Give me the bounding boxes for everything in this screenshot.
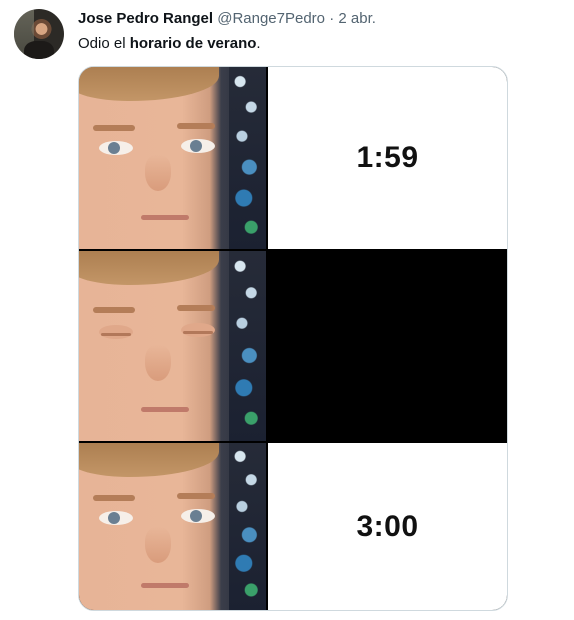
face-photo-eyes-open	[79, 443, 266, 610]
brow	[93, 125, 135, 131]
avatar-shirt	[24, 41, 54, 59]
brow	[177, 123, 215, 129]
eye	[181, 509, 215, 523]
eye	[99, 141, 133, 155]
mouth	[141, 407, 189, 412]
mouth	[141, 583, 189, 588]
brow	[177, 493, 215, 499]
tweet-header: Jose Pedro Rangel @Range7Pedro · 2 abr.	[78, 9, 376, 29]
nose	[145, 527, 171, 563]
eye	[181, 139, 215, 153]
black-box	[268, 251, 507, 441]
meme-panel-3: 3:00	[79, 443, 507, 610]
meme-panel-2	[79, 251, 507, 441]
tweet-date[interactable]: 2 abr.	[338, 10, 376, 27]
eye-closed	[181, 323, 215, 337]
user-handle[interactable]: @Range7Pedro	[217, 10, 325, 27]
nose	[145, 155, 171, 191]
tweet[interactable]: Jose Pedro Rangel @Range7Pedro · 2 abr. …	[0, 0, 574, 620]
face-photo-eyes-open	[79, 67, 266, 249]
separator-dot: ·	[329, 10, 335, 27]
eyelid	[183, 331, 213, 334]
background-lights	[229, 67, 266, 249]
avatar[interactable]	[14, 9, 64, 59]
tweet-media-image[interactable]: 1:59 3:00	[78, 66, 508, 611]
nose	[145, 345, 171, 381]
hair	[79, 443, 219, 477]
tweet-text: Odio el horario de verano.	[78, 34, 261, 54]
background-lights	[229, 251, 266, 441]
hair	[79, 251, 219, 285]
time-box: 1:59	[268, 67, 507, 249]
display-name[interactable]: Jose Pedro Rangel	[78, 10, 213, 27]
tweet-text-suffix: .	[256, 35, 261, 52]
eye-closed	[99, 325, 133, 339]
time-box: 3:00	[268, 443, 507, 610]
meme-panel-1: 1:59	[79, 67, 507, 249]
time-label: 1:59	[356, 141, 419, 174]
eye	[99, 511, 133, 525]
face-photo-eyes-closed	[79, 251, 266, 441]
time-label: 3:00	[356, 509, 419, 543]
background-lights	[229, 443, 266, 610]
hair	[79, 67, 219, 101]
mouth	[141, 215, 189, 220]
tweet-text-bold: horario de verano	[129, 35, 257, 52]
eyelid	[101, 333, 131, 336]
brow	[177, 305, 215, 311]
brow	[93, 495, 135, 501]
tweet-text-prefix: Odio el	[78, 35, 130, 52]
brow	[93, 307, 135, 313]
